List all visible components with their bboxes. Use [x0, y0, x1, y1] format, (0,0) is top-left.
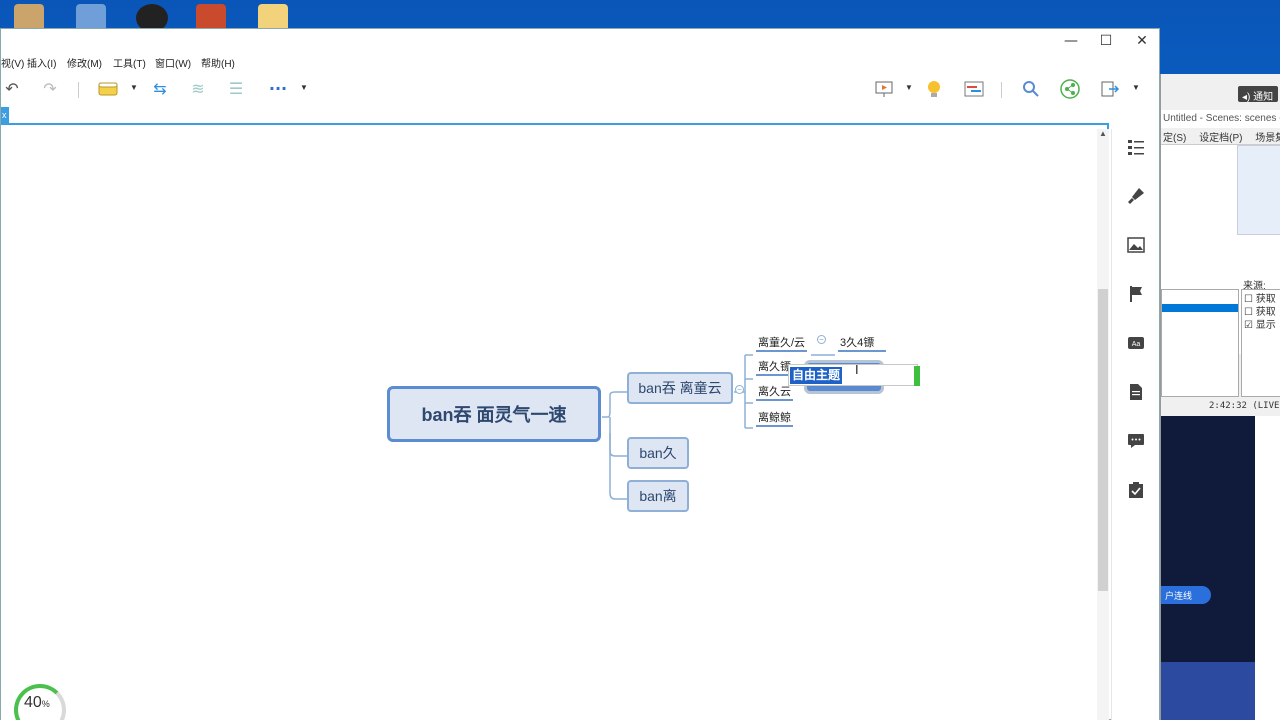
main-topic[interactable]: ban离 — [627, 480, 689, 512]
toolbar: ↶ ↷ ▼ ⇆ ≋ ☰ ··· ▼ ▼ ▼ — [1, 69, 1159, 109]
zoom-value: 40% — [24, 694, 50, 712]
collapse-toggle[interactable]: − — [735, 385, 744, 394]
lightbulb-icon[interactable] — [923, 78, 945, 100]
mindmap-window: — ☐ ✕ 视(V) 插入(I) 修改(M) 工具(T) 窗口(W) 帮助(H)… — [0, 28, 1160, 720]
menu-view[interactable]: 视(V) — [1, 55, 24, 70]
connect-pill[interactable]: 户连线 — [1161, 586, 1211, 604]
zoom-number: 40 — [24, 694, 42, 711]
share-icon[interactable] — [1059, 78, 1081, 100]
task-clipboard-icon[interactable] — [1126, 480, 1146, 500]
edit-resize-handle[interactable] — [914, 366, 920, 386]
chevron-down-icon[interactable]: ▼ — [300, 83, 308, 92]
side-list — [1255, 416, 1280, 720]
central-topic[interactable]: ban吞 面灵气一速 — [387, 386, 601, 442]
background-window-title: Untitled - Scenes: scenes - — [1161, 110, 1280, 128]
relationship-icon[interactable]: ⇆ — [149, 78, 171, 100]
scroll-thumb[interactable] — [1098, 289, 1108, 591]
search-icon[interactable] — [1020, 78, 1042, 100]
menu-tools[interactable]: 工具(T) — [113, 55, 146, 70]
source-item[interactable]: ☑ 显示 — [1242, 316, 1280, 331]
title-bar: — ☐ ✕ — [1, 29, 1159, 53]
notify-button[interactable]: ◂) 通知 — [1238, 86, 1278, 103]
label-icon[interactable]: Aa — [1126, 333, 1146, 353]
redo-icon[interactable]: ↷ — [39, 78, 61, 100]
gantt-icon[interactable] — [963, 78, 985, 100]
vertical-scrollbar[interactable]: ▲ — [1097, 129, 1109, 720]
source-list[interactable]: ☐ 获取 ☐ 获取 ☑ 显示 — [1241, 289, 1280, 397]
svg-text:Aa: Aa — [1132, 341, 1141, 348]
chevron-down-icon[interactable]: ▼ — [905, 83, 913, 92]
comment-icon[interactable] — [1126, 431, 1146, 451]
maximize-button[interactable]: ☐ — [1088, 31, 1124, 51]
topic-style-icon[interactable] — [97, 78, 119, 100]
stream-status: 2:42:32 (LIVE — [1161, 399, 1280, 415]
toolbar-separator — [78, 82, 79, 98]
image-icon[interactable] — [1126, 235, 1146, 255]
scroll-up-icon[interactable]: ▲ — [1099, 129, 1107, 138]
undo-icon[interactable]: ↶ — [1, 78, 23, 100]
menu-help[interactable]: 帮助(H) — [201, 55, 235, 70]
subtopic[interactable]: 离童久/云 — [756, 334, 808, 352]
background-window-menu: 定(S) 设定档(P) 场景集合 — [1161, 128, 1280, 144]
bg-menu-item[interactable]: 设定档(P) — [1199, 133, 1242, 144]
bg-menu-item[interactable]: 定(S) — [1163, 133, 1186, 144]
main-topic[interactable]: ban吞 离童云 — [627, 372, 733, 404]
scene-selected[interactable] — [1162, 304, 1238, 312]
background-window: ◂) 通知 Untitled - Scenes: scenes - 定(S) 设… — [1160, 74, 1280, 720]
close-button[interactable]: ✕ — [1124, 31, 1160, 51]
live-bottom-bar — [1161, 662, 1255, 720]
presentation-icon[interactable] — [873, 78, 895, 100]
bg-menu-item[interactable]: 场景集合 — [1255, 133, 1280, 144]
topic-edit-selected-text[interactable]: 自由主题 — [790, 367, 843, 384]
collapse-toggle[interactable]: − — [817, 335, 826, 344]
subtopic[interactable]: 离鲸鲸 — [756, 409, 793, 427]
preview-thumb — [1237, 145, 1280, 235]
scene-list[interactable] — [1161, 289, 1239, 397]
more-icon[interactable]: ··· — [267, 78, 289, 100]
menu-modify[interactable]: 修改(M) — [67, 55, 102, 70]
text-cursor-icon: I — [855, 362, 859, 377]
right-panel: Aa — [1111, 129, 1159, 720]
source-item[interactable]: ☐ 获取 — [1242, 303, 1280, 318]
format-brush-icon[interactable] — [1126, 186, 1146, 206]
chevron-down-icon[interactable]: ▼ — [1132, 83, 1140, 92]
outline-icon[interactable] — [1126, 137, 1146, 157]
summary-icon[interactable]: ☰ — [225, 78, 247, 100]
chevron-down-icon[interactable]: ▼ — [130, 83, 138, 92]
minimize-button[interactable]: — — [1053, 31, 1089, 51]
sheet-tabs: x — [1, 107, 1113, 123]
sheet-tab[interactable]: x — [1, 107, 9, 123]
zoom-unit: % — [41, 699, 50, 709]
live-panel: 户连线 — [1161, 416, 1255, 720]
main-topic[interactable]: ban久 — [627, 437, 689, 469]
note-icon[interactable] — [1126, 382, 1146, 402]
menu-window[interactable]: 窗口(W) — [155, 55, 191, 70]
export-icon[interactable] — [1099, 78, 1121, 100]
menu-insert[interactable]: 插入(I) — [27, 55, 56, 70]
marker-flag-icon[interactable] — [1126, 284, 1146, 304]
side-topic[interactable]: 3久4镖 — [838, 334, 886, 352]
boundary-icon[interactable]: ≋ — [187, 78, 209, 100]
toolbar-separator — [1001, 82, 1002, 98]
source-item[interactable]: ☐ 获取 — [1242, 290, 1280, 305]
